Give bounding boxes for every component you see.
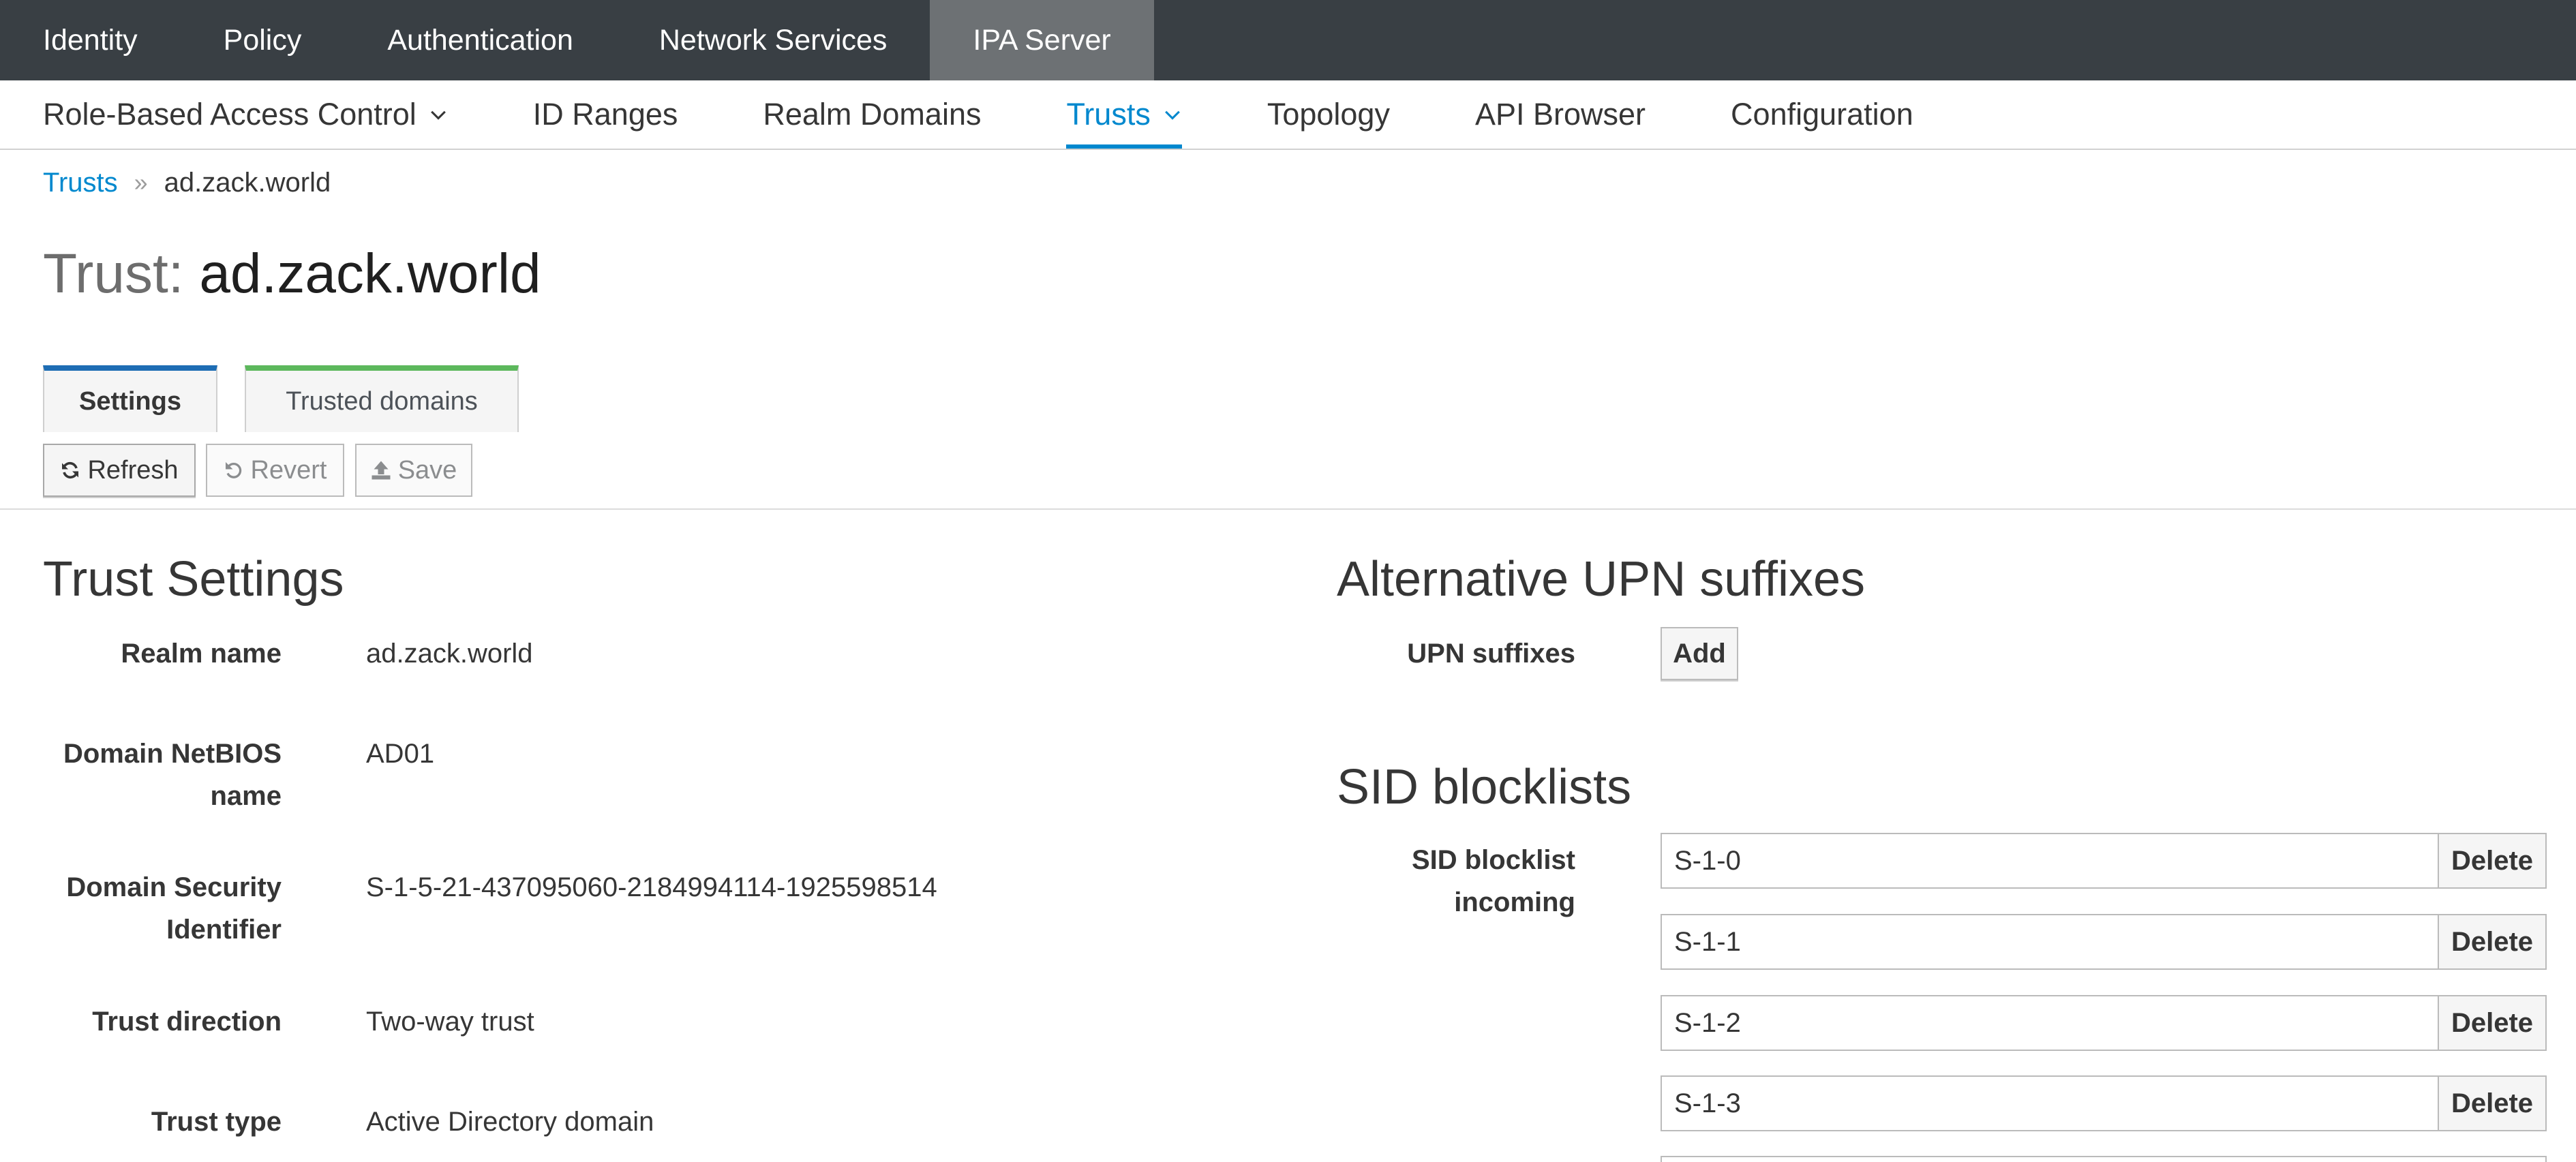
sid-blocklist-input[interactable] (1661, 995, 2438, 1051)
domain-sid-label: Domain Security Identifier (66, 872, 282, 945)
page-title-prefix: Trust: (43, 243, 184, 305)
delete-sid-button[interactable]: Delete (2438, 1075, 2547, 1131)
subnav-id-ranges-label: ID Ranges (532, 97, 678, 132)
save-label: Save (397, 455, 457, 485)
realm-name-label: Realm name (121, 639, 282, 669)
subnav-topology[interactable]: Topology (1267, 80, 1390, 149)
subnav-trusts-label: Trusts (1066, 97, 1151, 132)
topnav-authentication[interactable]: Authentication (344, 0, 616, 80)
breadcrumb-current: ad.zack.world (164, 167, 331, 198)
breadcrumb-trusts-link[interactable]: Trusts (43, 168, 118, 198)
subnav-configuration-label: Configuration (1731, 97, 1913, 132)
upn-section-title: Alternative UPN suffixes (1337, 552, 1865, 607)
subnav-topology-label: Topology (1267, 97, 1390, 132)
chevron-down-icon (1164, 110, 1180, 120)
sid-blocklist-input[interactable] (1661, 914, 2438, 970)
add-upn-suffix-button[interactable]: Add (1661, 627, 1738, 680)
subnav-configuration[interactable]: Configuration (1731, 80, 1913, 149)
chevron-down-icon (430, 110, 446, 120)
domain-sid-value: S-1-5-21-437095060-2184994114-1925598514 (366, 872, 937, 902)
save-button[interactable]: Save (355, 444, 472, 497)
sid-blocklist-row: Delete (1661, 995, 2547, 1051)
secondary-navigation: Role-Based Access Control ID Ranges Real… (0, 80, 2576, 150)
breadcrumb-separator: » (134, 168, 148, 196)
topnav-identity[interactable]: Identity (0, 0, 181, 80)
subnav-rbac-label: Role-Based Access Control (43, 97, 416, 132)
sid-blocklists-title: SID blocklists (1337, 760, 1632, 814)
subnav-realm-domains-label: Realm Domains (763, 97, 982, 132)
topnav-ipa-server[interactable]: IPA Server (930, 0, 1154, 80)
upn-suffixes-label: UPN suffixes (1407, 639, 1575, 669)
domain-netbios-name-label: Domain NetBIOS name (63, 739, 282, 811)
trust-type-label: Trust type (151, 1107, 282, 1137)
page-title-name: ad.zack.world (199, 243, 541, 305)
delete-sid-button[interactable]: Delete (2438, 833, 2547, 889)
subnav-api-browser[interactable]: API Browser (1475, 80, 1646, 149)
revert-label: Revert (250, 455, 327, 485)
trust-direction-value: Two-way trust (366, 1007, 534, 1037)
topnav-policy[interactable]: Policy (181, 0, 345, 80)
revert-button[interactable]: Revert (206, 444, 344, 497)
undo-icon (225, 462, 241, 478)
top-navigation: Identity Policy Authentication Network S… (0, 0, 2576, 80)
trust-direction-label: Trust direction (92, 1007, 282, 1037)
topnav-network-services[interactable]: Network Services (616, 0, 930, 80)
subnav-rbac[interactable]: Role-Based Access Control (43, 80, 448, 149)
breadcrumb: Trusts » ad.zack.world (43, 162, 331, 203)
delete-sid-button[interactable]: Delete (2438, 914, 2547, 970)
subnav-api-browser-label: API Browser (1474, 97, 1646, 132)
refresh-button[interactable]: Refresh (43, 444, 196, 497)
domain-netbios-name-value: AD01 (366, 739, 435, 769)
sid-blocklist-incoming-label: SID blocklist incoming (1411, 845, 1575, 917)
sid-blocklist-row: Delete (1661, 914, 2547, 970)
sid-blocklist-input[interactable] (1661, 1075, 2438, 1131)
upload-icon (372, 461, 391, 480)
subnav-trusts[interactable]: Trusts (1066, 80, 1183, 149)
subnav-id-ranges[interactable]: ID Ranges (533, 80, 678, 149)
toolbar-divider (0, 508, 2576, 510)
realm-name-value: ad.zack.world (366, 639, 533, 669)
sid-blocklist-row: Delete (1661, 1075, 2547, 1131)
page-title: Trust: ad.zack.world (43, 240, 541, 308)
sid-blocklist-input-partial[interactable] (1661, 1156, 2547, 1162)
sid-blocklist-row: Delete (1661, 833, 2547, 889)
sid-blocklist-input[interactable] (1661, 833, 2438, 889)
refresh-label: Refresh (87, 455, 179, 485)
subnav-realm-domains[interactable]: Realm Domains (763, 80, 981, 149)
tab-trusted-domains[interactable]: Trusted domains (245, 365, 519, 432)
tab-settings[interactable]: Settings (43, 365, 217, 432)
trust-settings-title: Trust Settings (43, 552, 344, 607)
refresh-icon (62, 461, 79, 479)
trust-type-value: Active Directory domain (366, 1107, 654, 1137)
sid-blocklist-row-partial (1661, 1156, 2547, 1162)
delete-sid-button[interactable]: Delete (2438, 995, 2547, 1051)
